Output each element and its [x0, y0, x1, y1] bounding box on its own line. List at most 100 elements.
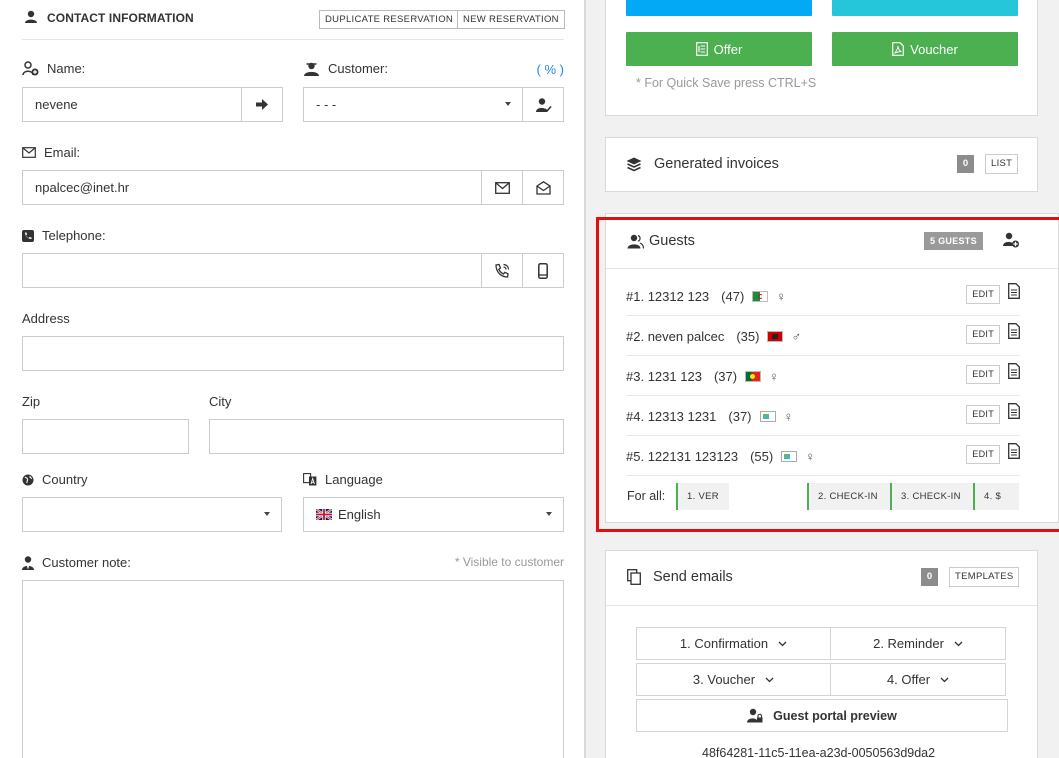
templates-button[interactable]: TEMPLATES — [949, 567, 1020, 587]
email-label-text: Email: — [44, 145, 81, 160]
customer-note-textarea[interactable] — [22, 580, 564, 758]
language-select[interactable]: English — [303, 497, 564, 532]
document-icon[interactable] — [1008, 323, 1020, 339]
email-open-button[interactable] — [522, 170, 564, 205]
customer-select[interactable]: - - - — [303, 87, 523, 122]
actions-card: Offer Voucher * For Quick Save press CTR… — [605, 0, 1038, 116]
guest-name[interactable]: neven palcec — [648, 329, 725, 344]
phone-volume-icon — [495, 263, 510, 278]
invoices-list-button[interactable]: LIST — [985, 154, 1019, 174]
customer-action-button[interactable] — [522, 87, 564, 122]
offer-button[interactable]: Offer — [626, 32, 812, 66]
name-input[interactable] — [22, 87, 242, 122]
customer-note-label-text: Customer note: — [42, 555, 131, 570]
voucher-button[interactable]: Voucher — [832, 32, 1018, 66]
arrow-right-icon — [256, 99, 268, 110]
phone-square-icon — [22, 229, 34, 242]
edit-guest-button[interactable]: EDIT — [966, 325, 1000, 344]
document-icon[interactable] — [1008, 363, 1020, 379]
duplicate-reservation-button[interactable]: DUPLICATE RESERVATION — [319, 10, 460, 29]
guest-row: #1. 12312 123 (47) ♀ EDIT — [626, 276, 1020, 316]
voucher-email-button[interactable]: 3. Voucher — [636, 663, 831, 696]
edit-guest-button[interactable]: EDIT — [966, 405, 1000, 424]
user-icon — [25, 10, 37, 23]
reminder-email-button[interactable]: 2. Reminder — [830, 627, 1006, 660]
name-label: Name: — [22, 61, 85, 76]
zip-input[interactable] — [22, 419, 189, 454]
guest-number: #5. — [626, 449, 645, 464]
invoices-count-badge: 0 — [957, 155, 974, 173]
mobile-icon — [538, 262, 548, 279]
invoices-card: Generated invoices 0 LIST — [605, 137, 1038, 192]
offer-email-button[interactable]: 4. Offer — [830, 663, 1006, 696]
broken-image-icon — [781, 451, 798, 462]
guest-age: (47) — [721, 289, 745, 304]
zip-label: Zip — [22, 394, 41, 409]
guest-number: #3. — [626, 369, 645, 384]
new-reservation-button[interactable]: NEW RESERVATION — [457, 10, 565, 29]
female-icon: ♀ — [805, 449, 815, 464]
guest-name[interactable]: 12312 123 — [648, 289, 709, 304]
contact-section-header: CONTACT INFORMATION DUPLICATE RESERVATIO… — [22, 0, 565, 40]
percent-link[interactable]: ( % ) — [537, 62, 564, 77]
quick-save-hint: * For Quick Save press CTRL+S — [636, 76, 817, 90]
guest-name[interactable]: 12313 1231 — [648, 409, 717, 424]
guest-row: #2. neven palcec (35) ♂ EDIT — [626, 316, 1020, 356]
users-icon — [627, 234, 644, 249]
guest-row: #5. 122131 123123 (55) ♀ EDIT — [626, 436, 1020, 476]
top-right-action-button[interactable] — [832, 0, 1018, 16]
call-button[interactable] — [481, 253, 523, 288]
address-input[interactable] — [22, 336, 564, 371]
edit-guest-button[interactable]: EDIT — [966, 285, 1000, 304]
telephone-input[interactable] — [22, 253, 482, 288]
for-all-checkin-2-button[interactable]: 3. CHECK-IN — [890, 483, 973, 510]
send-email-button[interactable] — [481, 170, 523, 205]
city-input[interactable] — [209, 419, 564, 454]
top-left-action-button[interactable] — [626, 0, 812, 16]
section-title: CONTACT INFORMATION — [47, 11, 194, 25]
guest-name[interactable]: 122131 123123 — [648, 449, 738, 464]
guest-number: #4. — [626, 409, 645, 424]
confirmation-label: 1. Confirmation — [679, 636, 769, 651]
customer-select-value: - - - — [316, 97, 337, 112]
language-icon — [303, 473, 317, 486]
guest-age: (35) — [736, 329, 760, 344]
name-go-button[interactable] — [241, 87, 283, 122]
customer-label: Customer: — [303, 61, 388, 76]
for-all-ver-button[interactable]: 1. VER — [676, 483, 729, 510]
email-input[interactable] — [22, 170, 482, 205]
email-label: Email: — [22, 145, 80, 160]
broken-image-icon — [759, 411, 776, 422]
guest-age: (37) — [713, 369, 738, 384]
guest-portal-preview-label: Guest portal preview — [773, 708, 897, 723]
guests-count-badge: 5 GUESTS — [924, 232, 983, 250]
mobile-button[interactable] — [522, 253, 564, 288]
country-select[interactable] — [22, 497, 282, 532]
globe-icon — [22, 474, 34, 485]
guest-age: (55) — [750, 449, 774, 464]
address-label: Address — [22, 311, 70, 326]
chevron-down-icon — [264, 512, 270, 516]
guest-portal-preview-button[interactable]: Guest portal preview — [636, 699, 1008, 732]
voucher-label: 3. Voucher — [692, 672, 756, 687]
layers-icon — [626, 157, 642, 171]
document-icon[interactable] — [1008, 443, 1020, 459]
female-icon: ♀ — [776, 289, 787, 304]
add-guest-icon[interactable] — [1003, 232, 1019, 248]
user-lock-icon — [747, 708, 763, 723]
edit-guest-button[interactable]: EDIT — [966, 445, 1000, 464]
for-all-payment-button[interactable]: 4. $ — [973, 483, 1019, 510]
confirmation-email-button[interactable]: 1. Confirmation — [636, 627, 831, 660]
document-icon[interactable] — [1008, 283, 1020, 299]
user-plus-icon — [22, 61, 39, 76]
guest-name[interactable]: 1231 123 — [648, 369, 702, 384]
send-emails-header: Send emails 0 TEMPLATES — [606, 551, 1037, 606]
voucher-button-label: Voucher — [910, 41, 958, 57]
guest-row: #4. 12313 1231 (37) ♀ EDIT — [626, 396, 1020, 436]
document-icon[interactable] — [1008, 403, 1020, 419]
edit-guest-button[interactable]: EDIT — [966, 365, 1000, 384]
chevron-down-icon — [505, 102, 511, 106]
for-all-label: For all: — [627, 489, 666, 503]
user-secret-icon — [304, 62, 319, 76]
for-all-checkin-button[interactable]: 2. CHECK-IN — [807, 483, 890, 510]
